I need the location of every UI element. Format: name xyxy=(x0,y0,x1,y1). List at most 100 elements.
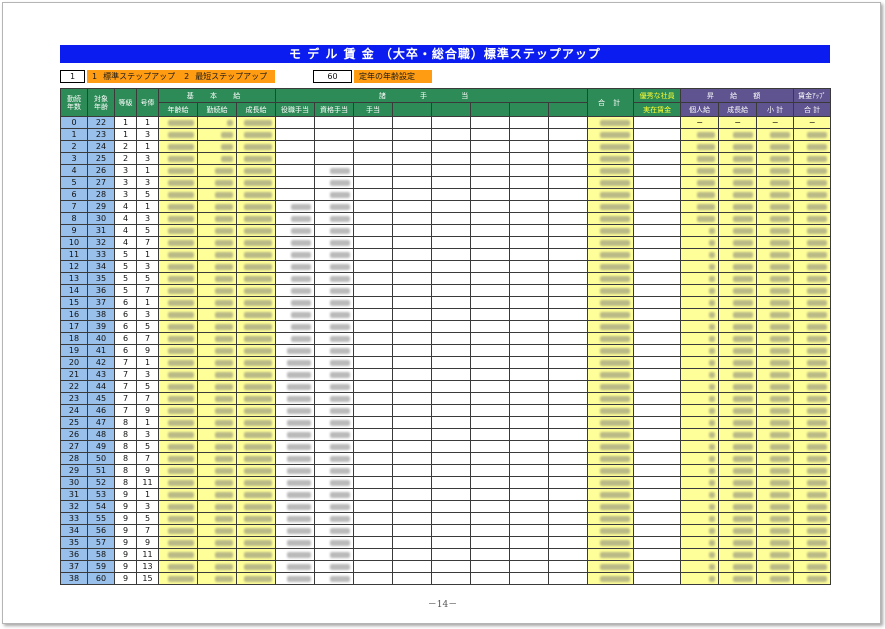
age-pay-cell xyxy=(158,392,198,405)
wage-up-total-cell xyxy=(793,416,832,429)
allowance-blank-cell xyxy=(470,188,510,201)
wage-up-total-cell xyxy=(793,464,832,477)
obscured-value xyxy=(330,479,350,486)
step-mode-input[interactable]: 1 xyxy=(60,70,85,83)
qualification-allowance-cell xyxy=(314,188,354,201)
obscured-value xyxy=(770,179,791,186)
obscured-value xyxy=(287,383,311,390)
raise-personal-cell xyxy=(680,356,720,369)
table-row: 7 29 4 1 xyxy=(60,200,832,213)
obscured-value xyxy=(733,527,754,534)
wage-up-total-cell xyxy=(793,392,832,405)
years-cell: 29 xyxy=(60,464,88,477)
growth-pay-cell xyxy=(236,260,276,273)
obscured-value xyxy=(330,407,350,414)
table-row: 38 60 9 15 xyxy=(60,572,832,585)
wage-up-total-cell xyxy=(793,236,832,249)
raise-personal-cell xyxy=(680,428,720,441)
growth-pay-cell xyxy=(236,224,276,237)
obscured-value xyxy=(215,191,233,198)
header-years: 勤続 年数 xyxy=(60,88,88,117)
raise-subtotal-cell xyxy=(756,488,795,501)
allowance-cell xyxy=(353,404,393,417)
obscured-value xyxy=(733,515,754,522)
obscured-value xyxy=(244,407,272,414)
obscured-value xyxy=(287,467,311,474)
growth-pay-cell xyxy=(236,344,276,357)
age-cell: 54 xyxy=(87,500,115,513)
position-allowance-cell xyxy=(275,344,315,357)
age-cell: 30 xyxy=(87,212,115,225)
obscured-value xyxy=(168,563,194,570)
growth-pay-cell xyxy=(236,272,276,285)
age-pay-cell xyxy=(158,488,198,501)
obscured-value xyxy=(168,323,194,330)
table-body: 0 22 1 1− − − −1 23 1 3 2 24 2 1 3 25 2 3 4 26 3 1 5 27 3 3 6 28 3 5 7… xyxy=(60,116,832,585)
obscured-value xyxy=(770,383,791,390)
tenure-pay-cell xyxy=(197,272,237,285)
qualification-allowance-cell xyxy=(314,236,354,249)
tenure-pay-cell xyxy=(197,152,237,165)
allowance-blank-cell xyxy=(547,152,589,165)
step-cell: 1 xyxy=(136,416,159,429)
obscured-value xyxy=(770,467,791,474)
position-allowance-cell xyxy=(275,152,315,165)
allowance-blank-cell xyxy=(392,488,432,501)
total-cell xyxy=(587,500,635,513)
age-pay-cell xyxy=(158,476,198,489)
allowance-blank-cell xyxy=(509,500,549,513)
step-cell: 5 xyxy=(136,380,159,393)
obscured-value xyxy=(807,323,828,330)
obscured-value xyxy=(697,203,716,210)
position-allowance-cell xyxy=(275,368,315,381)
allowance-blank-cell xyxy=(509,428,549,441)
obscured-value xyxy=(807,551,828,558)
age-cell: 43 xyxy=(87,368,115,381)
allowance-blank-cell xyxy=(431,380,471,393)
actual-wage-cell xyxy=(633,128,682,141)
obscured-value xyxy=(168,203,194,210)
retirement-age-input[interactable]: 60 xyxy=(313,70,352,83)
header-position-allowance: 役職手当 xyxy=(275,102,315,117)
obscured-value xyxy=(733,287,754,294)
years-cell: 1 xyxy=(60,128,88,141)
obscured-value xyxy=(330,347,350,354)
obscured-value xyxy=(287,443,311,450)
obscured-value xyxy=(733,383,754,390)
allowance-blank-cell xyxy=(547,128,589,141)
allowance-cell xyxy=(353,140,393,153)
obscured-value xyxy=(697,167,716,174)
obscured-value xyxy=(287,563,311,570)
tenure-pay-cell xyxy=(197,500,237,513)
growth-pay-cell xyxy=(236,332,276,345)
allowance-blank-cell xyxy=(392,224,432,237)
qualification-allowance-cell xyxy=(314,452,354,465)
actual-wage-cell xyxy=(633,428,682,441)
qualification-allowance-cell xyxy=(314,524,354,537)
wage-up-total-cell xyxy=(793,512,832,525)
step-cell: 3 xyxy=(136,212,159,225)
allowance-blank-cell xyxy=(470,296,510,309)
grade-cell: 8 xyxy=(114,440,137,453)
raise-subtotal-cell xyxy=(756,572,795,585)
obscured-value xyxy=(709,323,716,330)
step-cell: 9 xyxy=(136,404,159,417)
raise-personal-cell xyxy=(680,176,720,189)
allowance-blank-cell xyxy=(392,200,432,213)
obscured-value xyxy=(330,263,350,270)
allowance-blank-cell xyxy=(431,560,471,573)
obscured-value xyxy=(168,551,194,558)
raise-personal-cell xyxy=(680,332,720,345)
allowance-cell xyxy=(353,344,393,357)
step-cell: 15 xyxy=(136,572,159,585)
obscured-value xyxy=(600,191,631,198)
years-cell: 11 xyxy=(60,248,88,261)
obscured-value xyxy=(770,407,791,414)
age-pay-cell xyxy=(158,380,198,393)
allowance-blank-cell xyxy=(431,224,471,237)
raise-personal-cell xyxy=(680,560,720,573)
allowance-blank-cell xyxy=(470,308,510,321)
allowance-blank-cell xyxy=(509,356,549,369)
growth-pay-cell xyxy=(236,212,276,225)
obscured-value xyxy=(215,407,233,414)
